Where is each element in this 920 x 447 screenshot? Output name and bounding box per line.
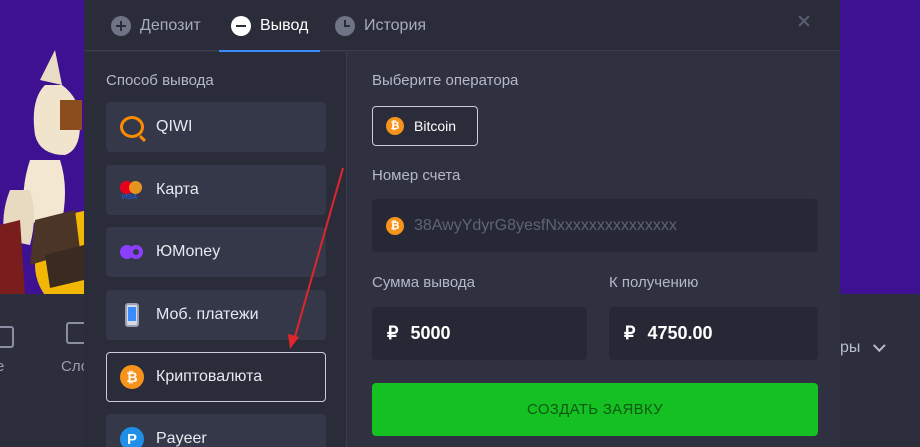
sum-label: Сумма вывода: [372, 274, 475, 291]
nav-label: е: [0, 358, 5, 375]
bitcoin-icon: ₿: [120, 365, 144, 389]
account-field[interactable]: ₿: [372, 199, 818, 252]
create-request-button[interactable]: СОЗДАТЬ ЗАЯВКУ: [372, 383, 818, 436]
tab-label: Депозит: [140, 16, 201, 34]
mascot-illustration: [0, 50, 84, 294]
qiwi-icon: [120, 116, 144, 138]
method-label: Моб. платежи: [156, 306, 259, 323]
operator-bitcoin-button[interactable]: ₿ Bitcoin: [372, 106, 478, 146]
method-label: Payeer: [156, 430, 207, 447]
nav-label: ры: [840, 339, 861, 356]
ruble-icon: ₽: [624, 323, 636, 343]
background-nav-right[interactable]: ры: [840, 336, 887, 360]
close-icon[interactable]: [796, 13, 812, 29]
column-divider: [346, 52, 347, 447]
operator-label: Выберите оператора: [372, 72, 519, 89]
tab-withdraw[interactable]: Вывод: [218, 0, 321, 52]
account-input[interactable]: [414, 216, 794, 235]
receive-value: 4750.00: [647, 323, 713, 343]
nav-icon: [0, 326, 14, 348]
tab-deposit[interactable]: Депозит: [111, 0, 201, 51]
bitcoin-icon: ₿: [386, 117, 404, 135]
tab-label: Вывод: [260, 16, 309, 34]
payeer-icon: P: [120, 427, 144, 447]
tab-label: История: [364, 16, 427, 34]
method-label: Карта: [156, 181, 199, 198]
method-crypto[interactable]: ₿ Криптовалюта: [106, 352, 326, 402]
ruble-icon: ₽: [387, 323, 399, 343]
receive-field: ₽ 4750.00: [609, 307, 818, 360]
modal-tabs: Депозит Вывод История: [84, 0, 840, 52]
withdraw-modal: Депозит Вывод История Способ вывода QIWI…: [84, 0, 840, 447]
minus-circle-icon: [231, 15, 251, 36]
sum-field[interactable]: ₽: [372, 307, 587, 360]
method-payeer[interactable]: P Payeer: [106, 414, 326, 447]
nav-icon: [66, 322, 84, 344]
clock-icon: [335, 15, 355, 36]
method-label: ЮMoney: [156, 243, 221, 260]
method-yoomoney[interactable]: ЮMoney: [106, 227, 326, 277]
mobile-icon: [120, 303, 144, 327]
method-card[interactable]: VISA Карта: [106, 165, 326, 215]
plus-circle-icon: [111, 15, 131, 36]
method-label: QIWI: [156, 118, 193, 135]
background-nav-left: е Сло: [0, 318, 89, 398]
methods-section-label: Способ вывода: [106, 72, 214, 89]
submit-label: СОЗДАТЬ ЗАЯВКУ: [527, 401, 663, 418]
operator-value: Bitcoin: [414, 118, 457, 134]
card-icon: VISA: [120, 178, 144, 202]
yoomoney-icon: [120, 240, 144, 264]
method-qiwi[interactable]: QIWI: [106, 102, 326, 152]
method-mobile[interactable]: Моб. платежи: [106, 290, 326, 340]
method-label: Криптовалюта: [156, 368, 263, 385]
receive-label: К получению: [609, 274, 699, 291]
sum-input[interactable]: [410, 323, 561, 344]
bitcoin-icon: ₿: [386, 216, 404, 235]
tab-history[interactable]: История: [335, 0, 426, 51]
account-label: Номер счета: [372, 167, 461, 184]
